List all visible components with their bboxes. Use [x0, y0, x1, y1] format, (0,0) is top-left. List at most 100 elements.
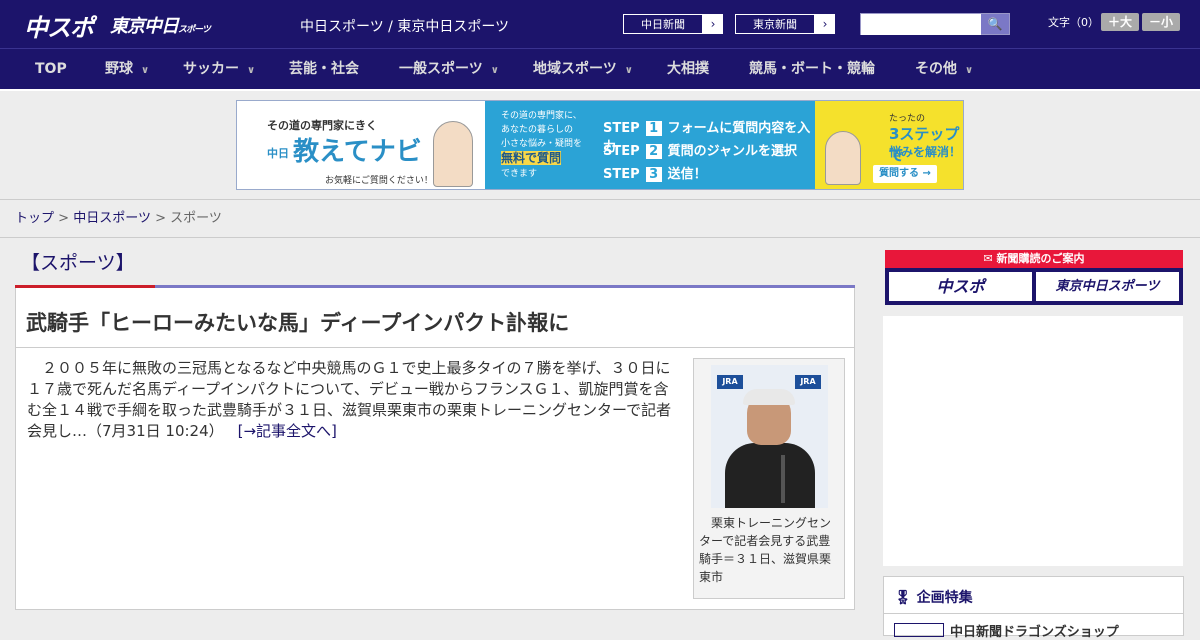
breadcrumb-current: スポーツ — [170, 211, 222, 226]
banner-prefix: 中日 — [267, 146, 289, 160]
font-larger-button[interactable]: ＋大 — [1101, 13, 1139, 31]
banner-name: 教えてナビ — [293, 137, 422, 167]
sidebar-ad-slot — [883, 316, 1183, 566]
breadcrumb-separator: > — [155, 211, 166, 226]
nav-item-regional-sports[interactable]: 地域スポーツ ∨ — [533, 49, 633, 90]
article-divider — [16, 347, 854, 348]
step-word: STEP — [603, 144, 640, 159]
microphone-stand — [781, 455, 785, 503]
nav-item-entertainment[interactable]: 芸能・社会 — [289, 49, 359, 90]
top-header: 中スポ 東京中日スポーツ 中日スポーツ / 東京中日スポーツ 中日新聞 › 東京… — [0, 0, 1200, 48]
article-body: ２００５年に無敗の三冠馬となるなど中央競馬のＧ１で史上最多タイの７勝を挙げ、３０… — [27, 358, 683, 442]
nav-label: 競馬・ボート・競輪 — [749, 61, 875, 77]
banner-highlight: 無料で質問 — [501, 151, 562, 165]
banner-service-name: 中日 教えてナビ — [267, 131, 422, 168]
article-summary: ２００５年に無敗の三冠馬となるなど中央競馬のＧ１で史上最多タイの７勝を挙げ、３０… — [27, 359, 672, 440]
read-more-link[interactable]: [→記事全文へ] — [238, 422, 337, 440]
breadcrumb: トップ > 中日スポーツ > スポーツ — [0, 200, 1200, 238]
article-photo-box: JRA JRA 栗東トレーニングセンターで記者会見する武豊騎手＝３１日、滋賀県栗… — [693, 358, 845, 599]
article-photo[interactable]: JRA JRA — [711, 365, 828, 508]
subscribe-chuspo-button[interactable]: 中スポ — [889, 272, 1032, 301]
step-text: 送信！ — [667, 167, 707, 182]
article-headline[interactable]: 武騎手「ヒーローみたいな馬」ディープインパクト訃報に — [26, 307, 569, 337]
step-number: 2 — [645, 144, 662, 159]
font-smaller-button[interactable]: －小 — [1142, 13, 1180, 31]
chunichi-shimbun-label: 中日新聞 — [623, 14, 703, 34]
banner-step-2: STEP 2 質問のジャンルを選択 — [603, 140, 797, 159]
subscribe-tokyo-chunichi-button[interactable]: 東京中日スポーツ — [1036, 272, 1179, 301]
step-text: 質問のジャンルを選択 — [667, 144, 797, 159]
banner-intro-line: その道の専門家に、 — [501, 111, 582, 121]
feature-header-text: 企画特集 — [916, 590, 973, 606]
feature-box: 🎖 企画特集 中日新聞ドラゴンズショップ — [883, 576, 1184, 640]
banner-left-panel: その道の専門家にきく 中日 教えてナビ お気軽にご質問ください！ — [237, 101, 485, 189]
chevron-down-icon: ∨ — [247, 65, 256, 76]
banner-cta-button[interactable]: 質問する → — [873, 165, 937, 183]
ribbon-icon: 🎖 — [894, 590, 912, 606]
subscription-header: ✉ 新聞購読のご案内 — [885, 250, 1183, 268]
chevron-down-icon: ∨ — [141, 65, 150, 76]
feature-divider — [884, 613, 1183, 614]
banner-right-sub: 悩みを解消！ — [889, 145, 962, 159]
nav-item-sumo[interactable]: 大相撲 — [667, 49, 709, 90]
nav-item-racing[interactable]: 競馬・ボート・競輪 — [749, 49, 875, 90]
chunichi-shimbun-button[interactable]: 中日新聞 › — [622, 13, 724, 35]
section-title: 【スポーツ】 — [21, 252, 135, 274]
banner-step-3: STEP 3 送信！ — [603, 163, 707, 182]
nav-label: 大相撲 — [667, 61, 709, 77]
subscription-box: ✉ 新聞購読のご案内 中スポ 東京中日スポーツ — [885, 250, 1183, 305]
newspaper-icon: ✉ — [983, 252, 997, 265]
tokyo-chunichi-logo[interactable]: 東京中日スポーツ — [110, 12, 211, 38]
search-input[interactable] — [861, 15, 981, 35]
feature-header: 🎖 企画特集 — [894, 587, 973, 607]
chuspo-logo[interactable]: 中スポ — [24, 8, 94, 43]
chevron-down-icon: ∨ — [965, 65, 974, 76]
section-header: 【スポーツ】 — [15, 244, 855, 288]
banner-intro-end: できます — [501, 169, 538, 179]
step-number: 1 — [645, 121, 662, 136]
banner-right-panel: たったの 3ステップで 悩みを解消！ 質問する → — [815, 101, 963, 189]
nav-item-soccer[interactable]: サッカー ∨ — [183, 49, 255, 90]
feature-item-link[interactable]: 中日新聞ドラゴンズショップ — [950, 621, 1119, 640]
step-word: STEP — [603, 167, 640, 182]
tokyo-logo-text: 東京中日 — [110, 16, 179, 37]
nav-item-other[interactable]: その他 ∨ — [915, 49, 973, 90]
font-size-label: 文字（0） — [1048, 16, 1099, 29]
feature-thumbnail[interactable] — [894, 623, 944, 637]
tokyo-shimbun-button[interactable]: 東京新聞 › — [734, 13, 836, 35]
breadcrumb-top-link[interactable]: トップ — [15, 211, 54, 226]
jra-logo: JRA — [795, 375, 821, 389]
site-name: 中日スポーツ / 東京中日スポーツ — [300, 19, 510, 35]
ad-area: その道の専門家にきく 中日 教えてナビ お気軽にご質問ください！ その道の専門家に… — [0, 91, 1200, 200]
jockey-cap — [743, 389, 795, 405]
banner-note: お気軽にご質問ください！ — [325, 176, 433, 186]
search-icon: 🔍 — [987, 17, 1003, 31]
breadcrumb-separator: > — [58, 211, 70, 226]
oshiete-navi-banner[interactable]: その道の専門家にきく 中日 教えてナビ お気軽にご質問ください！ その道の専門家に… — [236, 100, 964, 190]
nav-label: 野球 — [105, 61, 133, 77]
search-button[interactable]: 🔍 — [981, 14, 1009, 34]
person-illustration — [825, 131, 861, 185]
nav-item-top[interactable]: TOP — [35, 49, 67, 90]
advisor-illustration — [433, 121, 473, 187]
search-box: 🔍 — [860, 13, 1010, 35]
main-nav: TOP 野球 ∨ サッカー ∨ 芸能・社会 一般スポーツ ∨ 地域スポーツ ∨ 大相撲 … — [0, 48, 1200, 89]
jra-logo: JRA — [717, 375, 743, 389]
subscription-header-text: 新聞購読のご案内 — [996, 252, 1085, 265]
nav-item-baseball[interactable]: 野球 ∨ — [105, 49, 149, 90]
banner-intro-line: あなたの暮らしの — [501, 125, 574, 135]
photo-caption: 栗東トレーニングセンターで記者会見する武豊騎手＝３１日、滋賀県栗東市 — [699, 516, 832, 584]
chevron-right-icon: › — [710, 17, 716, 31]
chevron-down-icon: ∨ — [624, 65, 633, 76]
breadcrumb-chunichi-sports-link[interactable]: 中日スポーツ — [73, 211, 151, 226]
banner-steps-panel: その道の専門家に、 あなたの暮らしの 小さな悩み・疑問を 無料で質問 できます … — [485, 101, 815, 189]
nav-item-general-sports[interactable]: 一般スポーツ ∨ — [399, 49, 499, 90]
tokyo-logo-sub: スポーツ — [178, 25, 211, 35]
jockey-figure — [725, 443, 815, 508]
nav-label: サッカー — [183, 61, 239, 77]
step-word: STEP — [603, 121, 640, 136]
nav-label: 芸能・社会 — [289, 61, 359, 77]
banner-intro: その道の専門家に、 あなたの暮らしの 小さな悩み・疑問を 無料で質問 できます — [501, 109, 599, 181]
banner-intro-line: 小さな悩み・疑問を — [501, 139, 583, 149]
tokyo-shimbun-label: 東京新聞 — [735, 14, 815, 34]
